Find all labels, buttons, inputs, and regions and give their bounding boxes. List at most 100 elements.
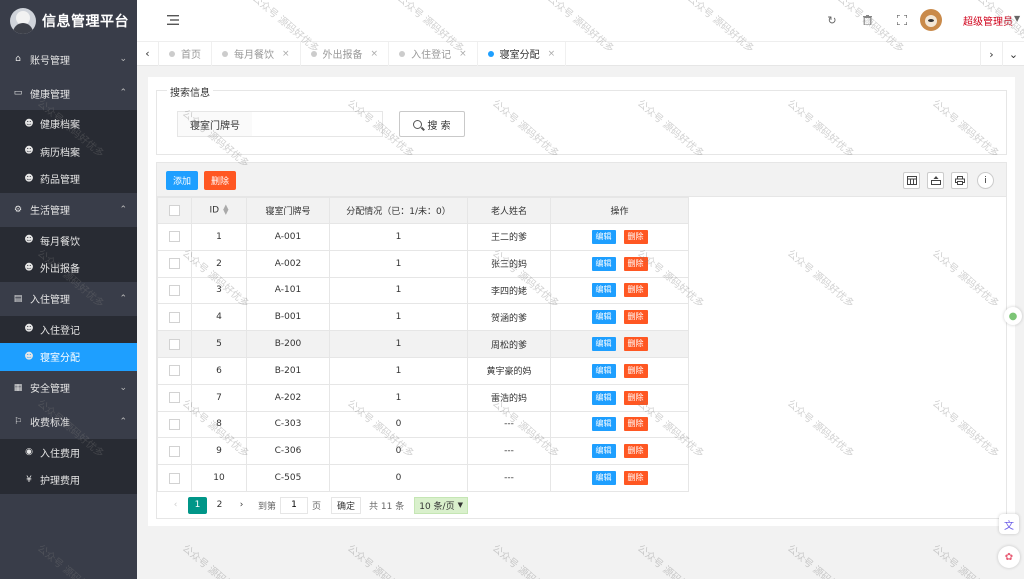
tab-3[interactable]: 入住登记 ×: [389, 41, 478, 66]
sidebar-group-3[interactable]: ▤ 入住管理 ⌃: [0, 282, 137, 316]
edit-button[interactable]: 编辑: [591, 337, 616, 352]
sidebar-group-2[interactable]: ⚙ 生活管理 ⌃: [0, 193, 137, 227]
tabs-menu-chevron-down-icon[interactable]: ⌄: [1002, 42, 1024, 66]
delete-button[interactable]: 删除: [623, 363, 648, 378]
delete-button[interactable]: 删除: [623, 444, 648, 459]
delete-button[interactable]: 删除: [623, 417, 648, 432]
export-icon[interactable]: [927, 172, 944, 189]
page-number-1[interactable]: 1: [188, 496, 207, 514]
row-checkbox[interactable]: [169, 418, 180, 430]
tabs-scroll-right-icon[interactable]: ›: [980, 42, 1002, 66]
goto-confirm-button[interactable]: 确定: [331, 496, 362, 514]
tab-2[interactable]: 外出报备 ×: [301, 41, 390, 66]
select-all-header[interactable]: [157, 197, 192, 224]
edit-button[interactable]: 编辑: [591, 390, 616, 405]
menu-toggle-icon[interactable]: [165, 12, 181, 28]
goto-page-input[interactable]: [280, 496, 309, 514]
row-checkbox[interactable]: [169, 365, 180, 377]
watermark-text: 公众号 源码好优多: [784, 543, 856, 579]
add-button[interactable]: 添加: [166, 171, 199, 190]
edit-button[interactable]: 编辑: [591, 283, 616, 298]
row-checkbox[interactable]: [169, 258, 180, 270]
info-icon[interactable]: i: [977, 172, 994, 189]
sidebar-group-0[interactable]: ⌂ 账号管理 ⌄: [0, 42, 137, 76]
page-tabs: ‹ 首页 每月餐饮 × 外出报备 × 入住登记 × 寝室分配 × › ⌄: [137, 41, 1024, 66]
row-checkbox[interactable]: [169, 445, 180, 457]
batch-delete-button[interactable]: 删除: [204, 171, 237, 190]
sidebar-group-4[interactable]: ▦ 安全管理 ⌄: [0, 371, 137, 405]
print-icon[interactable]: [951, 172, 968, 189]
row-select-cell[interactable]: [157, 464, 192, 492]
user-avatar[interactable]: [920, 9, 942, 31]
user-name[interactable]: 超级管理员: [963, 13, 1013, 28]
row-select-cell[interactable]: [157, 383, 192, 412]
row-checkbox[interactable]: [169, 284, 180, 296]
caret-down-icon[interactable]: ▼: [1014, 14, 1020, 23]
edit-button[interactable]: 编辑: [591, 417, 616, 432]
tabs-scroll-left-icon[interactable]: ‹: [137, 41, 159, 66]
tab-0[interactable]: 首页: [159, 41, 212, 66]
leaf-icon[interactable]: ●: [1004, 307, 1022, 325]
delete-button[interactable]: 删除: [623, 471, 648, 486]
sidebar-item-2-0[interactable]: ☻ 每月餐饮: [0, 227, 137, 255]
refresh-icon[interactable]: ↻: [824, 12, 840, 28]
row-select-cell[interactable]: [157, 223, 192, 251]
row-select-cell[interactable]: [157, 330, 192, 358]
page-size-select[interactable]: 10 条/页 ▼: [414, 496, 468, 514]
watermark-text: 公众号 源码好优多: [634, 543, 706, 579]
edit-button[interactable]: 编辑: [591, 363, 616, 378]
sidebar-item-1-0[interactable]: ☻ 健康档案: [0, 110, 137, 138]
sidebar-item-5-0[interactable]: ◉ 入住费用: [0, 439, 137, 467]
room-number-input[interactable]: [252, 111, 383, 137]
row-checkbox[interactable]: [169, 338, 180, 350]
close-icon[interactable]: ×: [371, 49, 379, 59]
page-number-2[interactable]: 2: [210, 497, 229, 514]
row-checkbox[interactable]: [169, 311, 180, 323]
row-select-cell[interactable]: [157, 410, 192, 439]
sidebar-item-3-0[interactable]: ☻ 入住登记: [0, 316, 137, 344]
delete-button[interactable]: 删除: [623, 310, 648, 325]
edit-button[interactable]: 编辑: [591, 444, 616, 459]
row-select-cell[interactable]: [157, 303, 192, 332]
row-select-cell[interactable]: [157, 437, 192, 466]
search-button[interactable]: 搜 索: [399, 111, 465, 137]
close-icon[interactable]: ×: [282, 49, 290, 59]
sidebar-item-2-1[interactable]: ☻ 外出报备: [0, 254, 137, 282]
row-select-cell[interactable]: [157, 249, 192, 278]
prev-page-icon[interactable]: ‹: [166, 497, 185, 514]
sidebar-item-3-1[interactable]: ☻ 寝室分配: [0, 343, 137, 371]
sort-icon[interactable]: ▲ ▼: [223, 204, 228, 216]
row-checkbox[interactable]: [169, 392, 180, 404]
select-all-checkbox[interactable]: [169, 205, 180, 216]
column-header-id[interactable]: ID ▲ ▼: [191, 197, 247, 224]
row-checkbox[interactable]: [169, 231, 180, 243]
delete-button[interactable]: 删除: [623, 390, 648, 405]
edit-button[interactable]: 编辑: [591, 310, 616, 325]
brain-icon[interactable]: ✿: [998, 546, 1020, 568]
delete-button[interactable]: 删除: [623, 283, 648, 298]
trash-icon[interactable]: [859, 12, 875, 28]
tab-4[interactable]: 寝室分配 ×: [478, 41, 567, 66]
sidebar-group-1[interactable]: ▭ 健康管理 ⌃: [0, 76, 137, 110]
sidebar-item-1-2[interactable]: ☻ 药品管理: [0, 165, 137, 193]
tab-1[interactable]: 每月餐饮 ×: [212, 41, 301, 66]
row-select-cell[interactable]: [157, 276, 192, 305]
row-checkbox[interactable]: [169, 472, 180, 484]
sidebar-item-5-1[interactable]: ¥ 护理费用: [0, 466, 137, 494]
columns-filter-icon[interactable]: [903, 172, 920, 189]
translate-icon[interactable]: 文: [999, 514, 1019, 534]
row-select-cell[interactable]: [157, 356, 192, 385]
edit-button[interactable]: 编辑: [591, 471, 616, 486]
close-icon[interactable]: ×: [548, 49, 556, 59]
close-icon[interactable]: ×: [459, 49, 467, 59]
delete-button[interactable]: 删除: [623, 229, 648, 244]
edit-button[interactable]: 编辑: [591, 229, 616, 244]
next-page-icon[interactable]: ›: [232, 497, 251, 514]
edit-button[interactable]: 编辑: [591, 256, 616, 271]
delete-button[interactable]: 删除: [623, 337, 648, 352]
sidebar-group-5[interactable]: ⚐ 收费标准 ⌃: [0, 405, 137, 439]
cell-room: B-200: [246, 330, 330, 358]
sidebar-item-1-1[interactable]: ☻ 病历档案: [0, 138, 137, 166]
fullscreen-icon[interactable]: [894, 12, 910, 28]
delete-button[interactable]: 删除: [623, 256, 648, 271]
